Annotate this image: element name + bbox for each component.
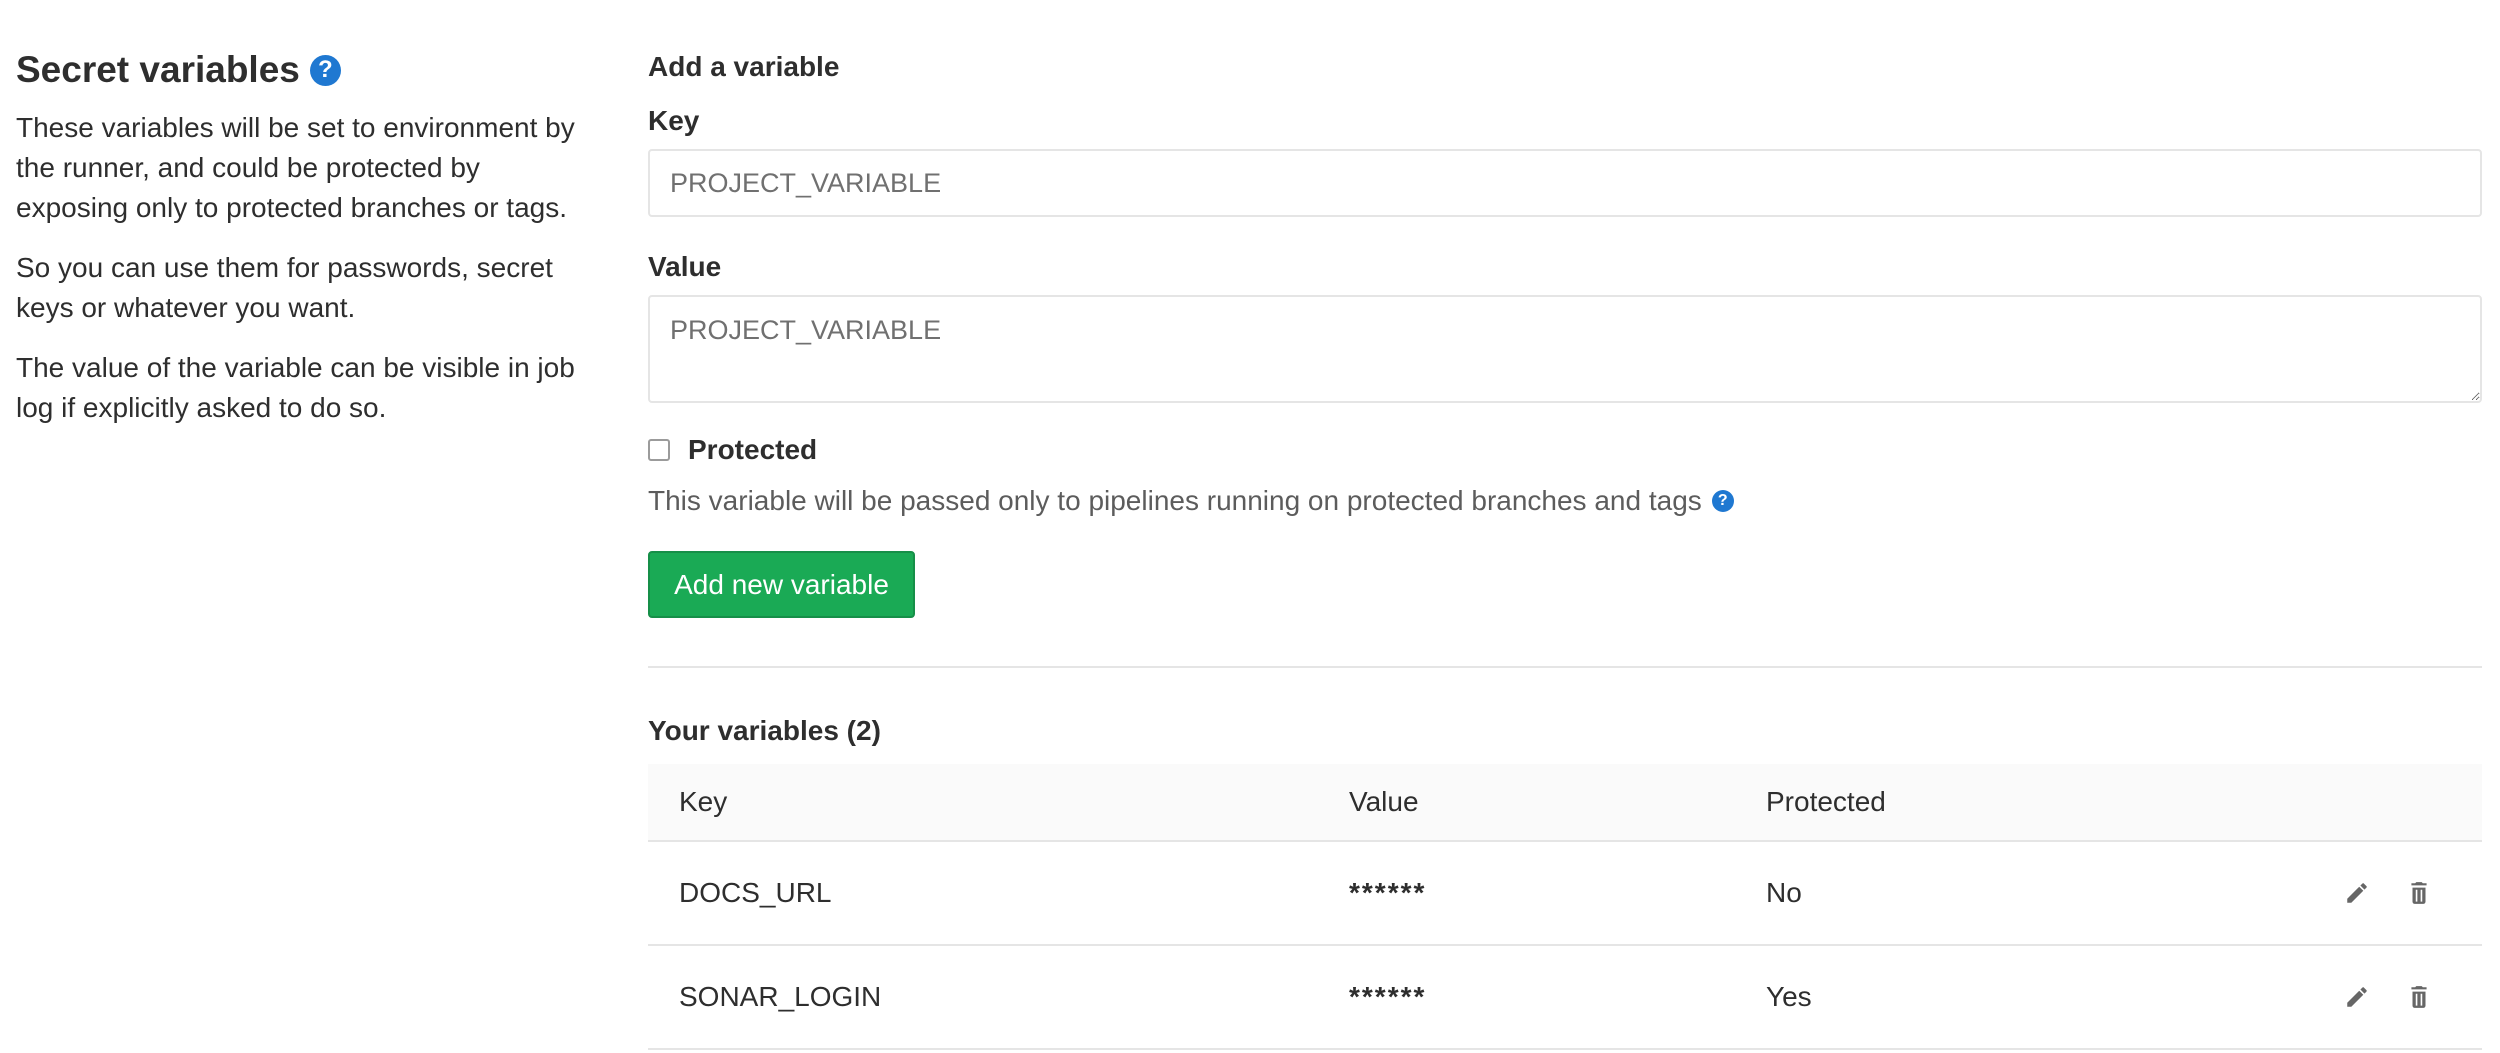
intro-panel: Secret variables ? These variables will …	[16, 49, 596, 428]
help-icon[interactable]: ?	[309, 54, 341, 86]
table-row: SONAR_LOGIN ****** Yes	[648, 946, 2482, 1050]
intro-paragraph-2: So you can use them for passwords, secre…	[16, 252, 553, 323]
value-input[interactable]	[648, 295, 2482, 403]
protected-checkbox-row[interactable]: Protected	[648, 434, 817, 466]
protected-help-text-content: This variable will be passed only to pip…	[648, 485, 1702, 516]
intro-paragraph-3: The value of the variable can be visible…	[16, 352, 575, 423]
key-input[interactable]	[648, 149, 2482, 217]
section-title-text: Secret variables	[16, 49, 300, 90]
variable-key: SONAR_LOGIN	[679, 981, 882, 1012]
protected-checkbox[interactable]	[648, 439, 670, 461]
pencil-icon[interactable]	[2342, 982, 2372, 1012]
secret-variables-settings: Secret variables ? These variables will …	[0, 0, 2500, 1053]
trash-icon[interactable]	[2404, 982, 2434, 1012]
table-row: DOCS_URL ****** No	[648, 842, 2482, 946]
value-label: Value	[648, 251, 722, 282]
row-actions	[2342, 946, 2434, 1048]
pencil-icon[interactable]	[2342, 878, 2372, 908]
table-header: Key Value Protected	[648, 764, 2482, 842]
key-label: Key	[648, 105, 700, 136]
variable-value: ******	[1349, 981, 1427, 1012]
trash-icon[interactable]	[2404, 878, 2434, 908]
column-header-protected: Protected	[1766, 786, 1886, 817]
form-heading: Add a variable	[648, 51, 840, 82]
section-title: Secret variables ?	[16, 49, 596, 90]
column-header-value: Value	[1349, 786, 1419, 817]
add-new-variable-button[interactable]: Add new variable	[648, 551, 915, 618]
row-actions	[2342, 842, 2434, 944]
variable-value: ******	[1349, 877, 1427, 908]
protected-label[interactable]: Protected	[688, 434, 817, 466]
intro-paragraph-1: These variables will be set to environme…	[16, 112, 575, 223]
your-variables-heading: Your variables (2)	[648, 715, 881, 746]
protected-help-text: This variable will be passed only to pip…	[648, 484, 1734, 518]
column-header-key: Key	[679, 786, 728, 817]
variable-protected: No	[1766, 877, 1802, 908]
variable-key: DOCS_URL	[679, 877, 832, 908]
variables-table: Key Value Protected DOCS_URL ****** No S…	[648, 764, 2482, 1050]
divider	[648, 666, 2482, 668]
help-icon[interactable]: ?	[1711, 490, 1734, 512]
variable-protected: Yes	[1766, 981, 1812, 1012]
